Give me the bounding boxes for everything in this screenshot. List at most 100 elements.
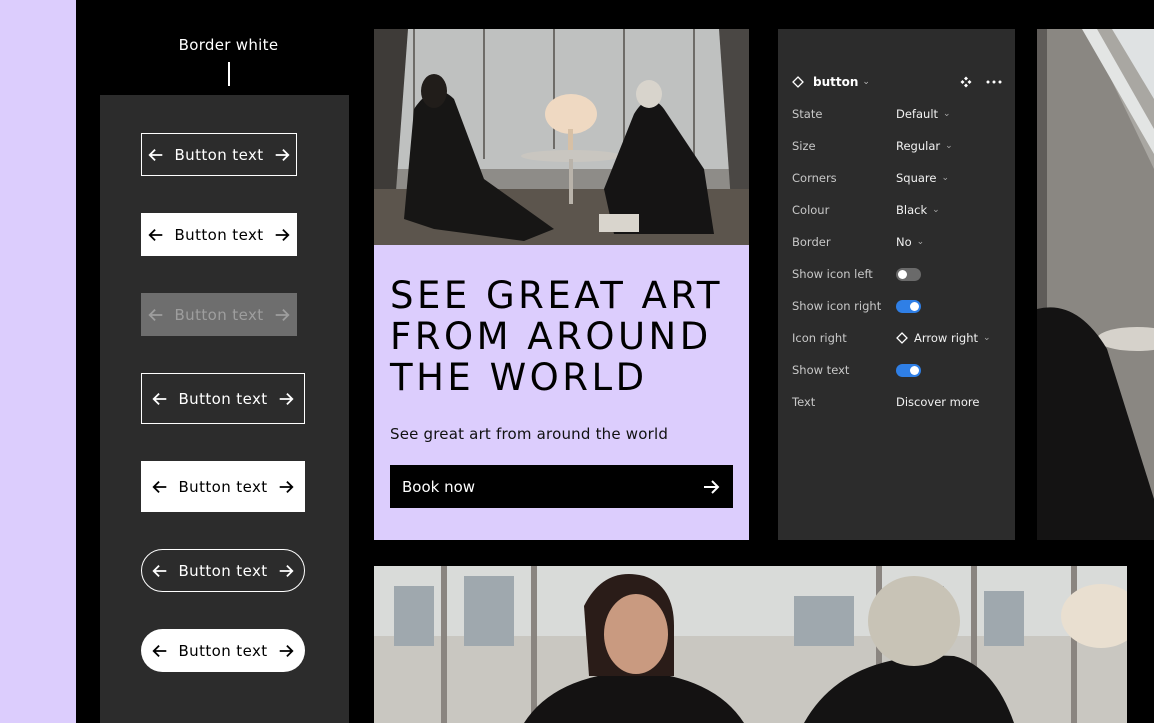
button-label: Button text [178,561,268,580]
component-instance-icon [896,332,908,344]
arrow-left-icon [152,564,167,577]
showcase-connector-line [228,62,230,86]
show-text-toggle[interactable] [896,363,921,377]
prop-label: Icon right [792,331,847,345]
button-disabled[interactable]: Button text [141,293,297,336]
button-solid-regular[interactable]: Button text [141,213,297,256]
prop-label: State [792,107,823,121]
promo-subtitle: See great art from around the world [390,425,669,443]
prop-row-icon-right: Icon right Arrow right ⌄ [792,329,1004,347]
prop-label: Show icon left [792,267,873,281]
toggle-knob [898,269,907,279]
prop-value: Black [896,203,928,217]
arrow-left-icon [152,644,167,657]
book-now-button[interactable]: Book now [390,465,733,508]
prop-label: Colour [792,203,830,217]
prop-label: Show text [792,363,850,377]
arrow-right-icon [279,644,294,657]
arrow-left-icon [148,148,163,161]
prop-row-text: Text Discover more [792,393,1004,411]
chevron-down-icon: ⌄ [941,173,950,183]
show-icon-left-toggle[interactable] [896,267,921,281]
promo-photo [374,29,749,245]
border-dropdown[interactable]: No ⌄ [896,235,924,249]
size-dropdown[interactable]: Regular ⌄ [896,139,953,153]
button-outline-regular[interactable]: Button text [141,133,297,176]
prop-row-corners: Corners Square ⌄ [792,169,1004,187]
lilac-side-strip [0,0,76,723]
arrow-right-icon [279,564,294,577]
button-label: Button text [174,145,264,164]
icon-right-dropdown[interactable]: Arrow right ⌄ [896,331,991,345]
arrow-right-icon [275,308,290,321]
photo-interview-closeup [374,566,1127,723]
prop-row-show-icon-left: Show icon left [792,265,1004,283]
toggle-knob [910,365,919,375]
prop-row-border: Border No ⌄ [792,233,1004,251]
promo-title-line: FROM AROUND [390,315,712,358]
promo-title-line: SEE GREAT ART [390,274,723,317]
more-options-icon[interactable] [984,73,1004,91]
button-showcase-panel: Button text Button text Button text Butt… [100,95,349,723]
prop-row-colour: Colour Black ⌄ [792,201,1004,219]
promo-title-line: THE WORLD [390,356,648,399]
component-header: button ⌄ [792,73,1004,91]
promo-title: SEE GREAT ART FROM AROUND THE WORLD [390,275,735,398]
prop-value: Default [896,107,939,121]
arrow-left-icon [148,308,163,321]
chevron-down-icon: ⌄ [945,141,953,151]
arrow-left-icon [148,228,163,241]
arrow-right-icon [275,148,290,161]
prop-label: Show icon right [792,299,882,313]
right-photo [1037,29,1154,540]
button-solid-large[interactable]: Button text [141,461,305,512]
button-outline-pill[interactable]: Button text [141,549,305,592]
component-properties-panel: button ⌄ State Default ⌄ Size Regular ⌄ Co… [778,29,1015,540]
button-outline-large[interactable]: Button text [141,373,305,424]
prop-label: Size [792,139,816,153]
prop-value: Square [896,171,937,185]
colour-dropdown[interactable]: Black ⌄ [896,203,940,217]
chevron-down-icon: ⌄ [983,333,991,343]
component-name[interactable]: button [813,75,858,89]
prop-row-state: State Default ⌄ [792,105,1004,123]
prop-value: No [896,235,912,249]
prop-value: Regular [896,139,941,153]
bottom-photo [374,566,1127,723]
prop-row-show-icon-right: Show icon right [792,297,1004,315]
button-label: Button text [178,389,268,408]
component-instance-icon [792,76,804,88]
prop-row-size: Size Regular ⌄ [792,137,1004,155]
button-label: Button text [174,225,264,244]
prop-row-show-text: Show text [792,361,1004,379]
prop-label: Text [792,395,816,409]
text-value-field[interactable]: Discover more [896,395,979,409]
chevron-down-icon[interactable]: ⌄ [862,77,870,87]
book-now-label: Book now [402,477,476,496]
prop-value: Arrow right [914,331,978,345]
show-icon-right-toggle[interactable] [896,299,921,313]
arrow-left-icon [152,480,167,493]
arrow-right-icon [279,480,294,493]
prop-label: Corners [792,171,837,185]
arrow-right-icon [279,392,294,405]
photo-conversation-scene [374,29,749,245]
state-dropdown[interactable]: Default ⌄ [896,107,951,121]
button-label: Button text [174,305,264,324]
corners-dropdown[interactable]: Square ⌄ [896,171,949,185]
arrow-right-icon [275,228,290,241]
prop-value: Discover more [896,395,980,409]
button-solid-pill[interactable]: Button text [141,629,305,672]
toggle-knob [910,301,919,311]
prop-label: Border [792,235,831,249]
showcase-label: Border white [178,36,279,54]
chevron-down-icon: ⌄ [943,109,951,119]
arrow-left-icon [152,392,167,405]
button-label: Button text [178,641,268,660]
button-label: Button text [178,477,268,496]
photo-window-scene [1037,29,1154,540]
chevron-down-icon: ⌄ [916,237,925,247]
go-to-main-component-icon[interactable] [956,73,976,91]
arrow-right-icon [704,479,720,494]
promo-card: SEE GREAT ART FROM AROUND THE WORLD See … [374,245,749,540]
